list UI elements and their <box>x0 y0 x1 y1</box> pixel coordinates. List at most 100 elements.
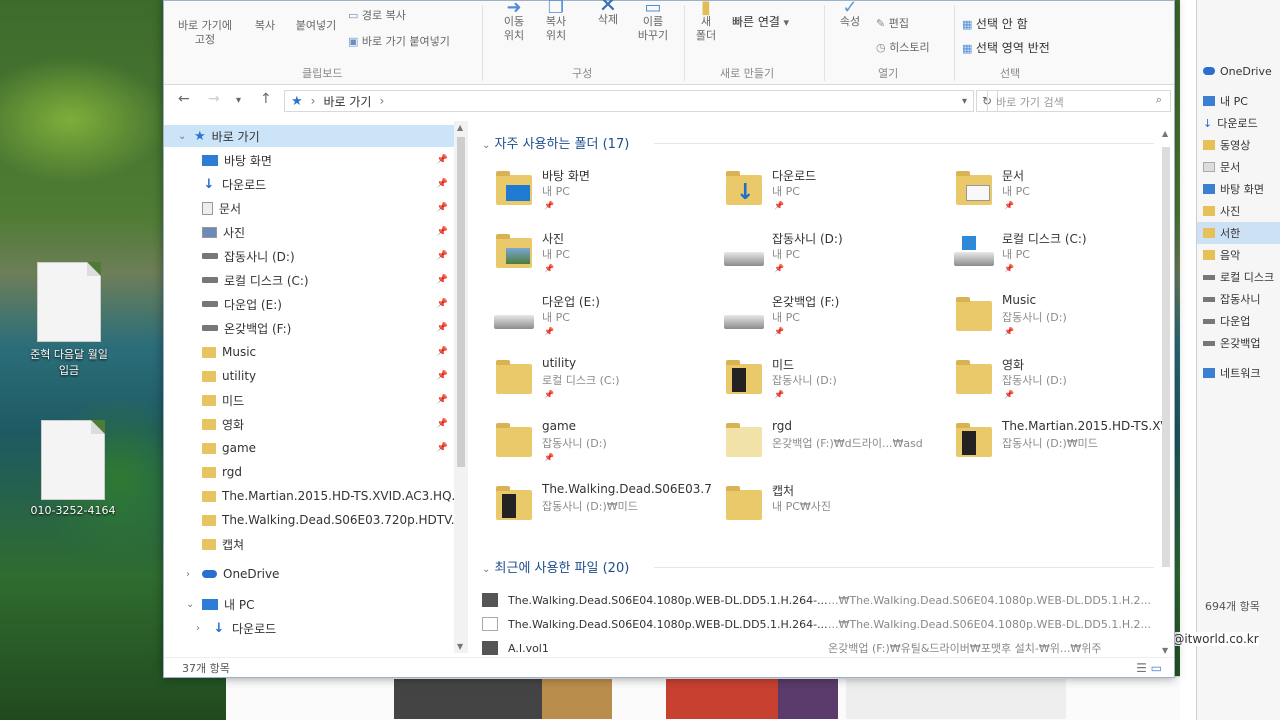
nav-item[interactable]: 문서 📌 <box>164 197 454 219</box>
breadcrumb-location[interactable]: 바로 가기 <box>323 93 371 110</box>
recent-file-row[interactable]: The.Walking.Dead.S06E04.1080p.WEB-DL.DD5… <box>482 589 1158 611</box>
expand-chevron-icon[interactable]: ⌄ <box>186 599 194 610</box>
new-folder-button[interactable]: ▮ 새 폴더 <box>688 0 724 43</box>
content-scroll-thumb[interactable] <box>1162 147 1170 567</box>
drive-large-icon <box>494 295 534 335</box>
content-scrollbar[interactable]: ▲ ▼ <box>1160 127 1172 657</box>
recent-file-path: 온갖백업 (F:)₩유틸&드라이버₩포맷후 설치-₩위...₩위주 <box>828 642 1102 655</box>
recent-chevron-icon[interactable]: ▾ <box>236 95 241 106</box>
recent-file-row[interactable]: A.I.vol1 온갖백업 (F:)₩유틸&드라이버₩포맷후 설치-₩위...₩위… <box>482 637 1158 657</box>
nav-scroll-thumb[interactable] <box>457 137 465 467</box>
address-dropdown-icon[interactable]: ▾ <box>962 96 967 107</box>
folder-tile[interactable]: 영화 잡동사니 (D:) 📌 <box>948 354 1164 412</box>
nav-item[interactable]: ↓ 다운로드 📌 <box>164 173 454 195</box>
bg-item-icon <box>1203 340 1215 346</box>
recent-files-header[interactable]: ⌄ 최근에 사용한 파일 (20) <box>482 557 629 576</box>
nav-item[interactable]: Music 📌 <box>164 341 454 363</box>
select-none-button[interactable]: ▦ 선택 안 함 <box>962 17 1028 32</box>
nav-quick-access[interactable]: ⌄ ★ 바로 가기 <box>164 125 454 147</box>
article-thumbnail <box>846 679 1066 719</box>
folder-tile[interactable]: 온갖백업 (F:) 내 PC 📌 <box>718 291 946 349</box>
address-field[interactable]: ★ › 바로 가기 › ▾ <box>284 90 974 112</box>
nav-item-label: game <box>222 441 257 455</box>
folder-icon <box>202 370 216 382</box>
folder-tile[interactable]: 로컬 디스크 (C:) 내 PC 📌 <box>948 228 1164 286</box>
scroll-up-icon[interactable]: ▲ <box>457 123 463 132</box>
folder-tile[interactable]: 문서 내 PC 📌 <box>948 165 1164 223</box>
collapse-chevron-icon[interactable]: › <box>186 569 190 580</box>
folder-tile[interactable]: rgd 온갖백업 (F:)₩d드라이...₩asd <box>718 417 946 475</box>
nav-item[interactable]: 미드 📌 <box>164 389 454 411</box>
collapse-chevron-icon[interactable]: › <box>196 623 200 634</box>
nav-item[interactable]: 다운업 (E:) 📌 <box>164 293 454 315</box>
back-arrow-icon[interactable]: ← <box>178 91 190 107</box>
nav-item[interactable]: The.Walking.Dead.S06E03.720p.HDTV.x2 <box>164 509 464 531</box>
scroll-up-icon[interactable]: ▲ <box>1162 129 1168 138</box>
delete-button[interactable]: ✕ 삭제 <box>588 0 628 27</box>
desktop-file-icon[interactable]: 준혁 다음달 월일 입금 <box>24 262 114 378</box>
nav-scrollbar[interactable]: ▲ ▼ <box>454 121 468 653</box>
nav-this-pc[interactable]: ⌄ 내 PC <box>164 593 454 615</box>
edit-button[interactable]: ✎ 편집 <box>876 17 909 31</box>
folder-tile[interactable]: The.Walking.Dead.S06E03.7... 잡동사니 (D:)₩미드 <box>488 480 716 538</box>
copy-path-button[interactable]: ▭ 경로 복사 <box>348 9 406 23</box>
drive-large-icon <box>724 295 764 335</box>
desktop-file-icon[interactable]: 010-3252-4164 <box>28 420 118 517</box>
nav-item[interactable]: 잡동사니 (D:) 📌 <box>164 245 454 267</box>
folder-tile[interactable]: 미드 잡동사니 (D:) 📌 <box>718 354 946 412</box>
nav-item[interactable]: 캡쳐 <box>164 533 454 555</box>
scroll-down-icon[interactable]: ▼ <box>1162 646 1168 655</box>
folder-tile[interactable]: ↓ 다운로드 내 PC 📌 <box>718 165 946 223</box>
forward-arrow-icon[interactable]: → <box>208 91 220 107</box>
folder-tile[interactable]: 사진 내 PC 📌 <box>488 228 716 286</box>
nav-item[interactable]: The.Martian.2015.HD-TS.XVID.AC3.HQ.H <box>164 485 464 507</box>
nav-item[interactable]: utility 📌 <box>164 365 454 387</box>
folder-icon <box>202 490 216 502</box>
pin-to-quick-access-button[interactable]: 바로 가기에 고정 <box>170 19 240 47</box>
folder-tile[interactable]: game 잡동사니 (D:) 📌 <box>488 417 716 475</box>
frequent-folders-header[interactable]: ⌄ 자주 사용하는 폴더 (17) <box>482 133 629 152</box>
nav-item[interactable]: 사진 📌 <box>164 221 454 243</box>
background-news-strip <box>1180 0 1196 720</box>
recent-file-row[interactable]: The.Walking.Dead.S06E04.1080p.WEB-DL.DD5… <box>482 613 1158 635</box>
copy-to-button[interactable]: ❐ 복사 위치 <box>536 0 576 43</box>
history-button[interactable]: ◷ 히스토리 <box>876 41 930 55</box>
nav-onedrive[interactable]: › OneDrive <box>164 563 454 585</box>
pin-icon: 📌 <box>436 155 448 165</box>
nav-pc-item[interactable]: › ↓ 다운로드 <box>164 617 454 639</box>
details-view-icon[interactable]: ☰ <box>1136 661 1147 675</box>
tiles-view-icon[interactable]: ▭ <box>1151 661 1162 675</box>
folder-tile[interactable]: 바탕 화면 내 PC 📌 <box>488 165 716 223</box>
easy-access-button[interactable]: 빠른 연결 ▾ <box>732 15 789 30</box>
nav-item[interactable]: rgd <box>164 461 454 483</box>
copy-button[interactable]: 복사 <box>248 19 282 33</box>
nav-item[interactable]: 영화 📌 <box>164 413 454 435</box>
nav-item[interactable]: 바탕 화면 📌 <box>164 149 454 171</box>
drive-icon <box>202 253 218 259</box>
nav-item[interactable]: 로컬 디스크 (C:) 📌 <box>164 269 454 291</box>
folder-tile[interactable]: 캡처 내 PC₩사진 <box>718 480 946 538</box>
bg-window-nav-item: 서한 <box>1197 222 1280 244</box>
folder-tile[interactable]: The.Martian.2015.HD-TS.XV... 잡동사니 (D:)₩미드 <box>948 417 1164 475</box>
nav-item[interactable]: game 📌 <box>164 437 454 459</box>
paste-shortcut-button[interactable]: ▣ 바로 가기 붙여넣기 <box>348 35 450 49</box>
expand-chevron-icon[interactable]: ⌄ <box>178 131 186 142</box>
up-arrow-icon[interactable]: ↑ <box>260 91 272 107</box>
copy-path-label: 경로 복사 <box>361 9 406 22</box>
properties-button[interactable]: ✓ 속성 <box>832 0 868 29</box>
move-to-button[interactable]: ➜ 이동 위치 <box>494 0 534 43</box>
folder-location: 로컬 디스크 (C:) <box>542 374 620 387</box>
folder-tile[interactable]: 잡동사니 (D:) 내 PC 📌 <box>718 228 946 286</box>
rename-button[interactable]: ▭ 이름 바꾸기 <box>630 0 676 43</box>
edit-label: 편집 <box>888 17 909 30</box>
search-input[interactable]: 바로 가기 검색 ⌕ <box>987 90 1171 112</box>
folder-tile[interactable]: Music 잡동사니 (D:) 📌 <box>948 291 1164 349</box>
nav-item[interactable]: 온갖백업 (F:) 📌 <box>164 317 454 339</box>
folder-tile[interactable]: 다운업 (E:) 내 PC 📌 <box>488 291 716 349</box>
scroll-down-icon[interactable]: ▼ <box>457 642 463 651</box>
folder-tile[interactable]: utility 로컬 디스크 (C:) 📌 <box>488 354 716 412</box>
invert-selection-button[interactable]: ▦ 선택 영역 반전 <box>962 41 1050 56</box>
recent-files-title: 최근에 사용한 파일 (20) <box>494 561 630 576</box>
nav-item-label: OneDrive <box>223 567 280 581</box>
paste-button[interactable]: 붙여넣기 <box>288 19 344 33</box>
